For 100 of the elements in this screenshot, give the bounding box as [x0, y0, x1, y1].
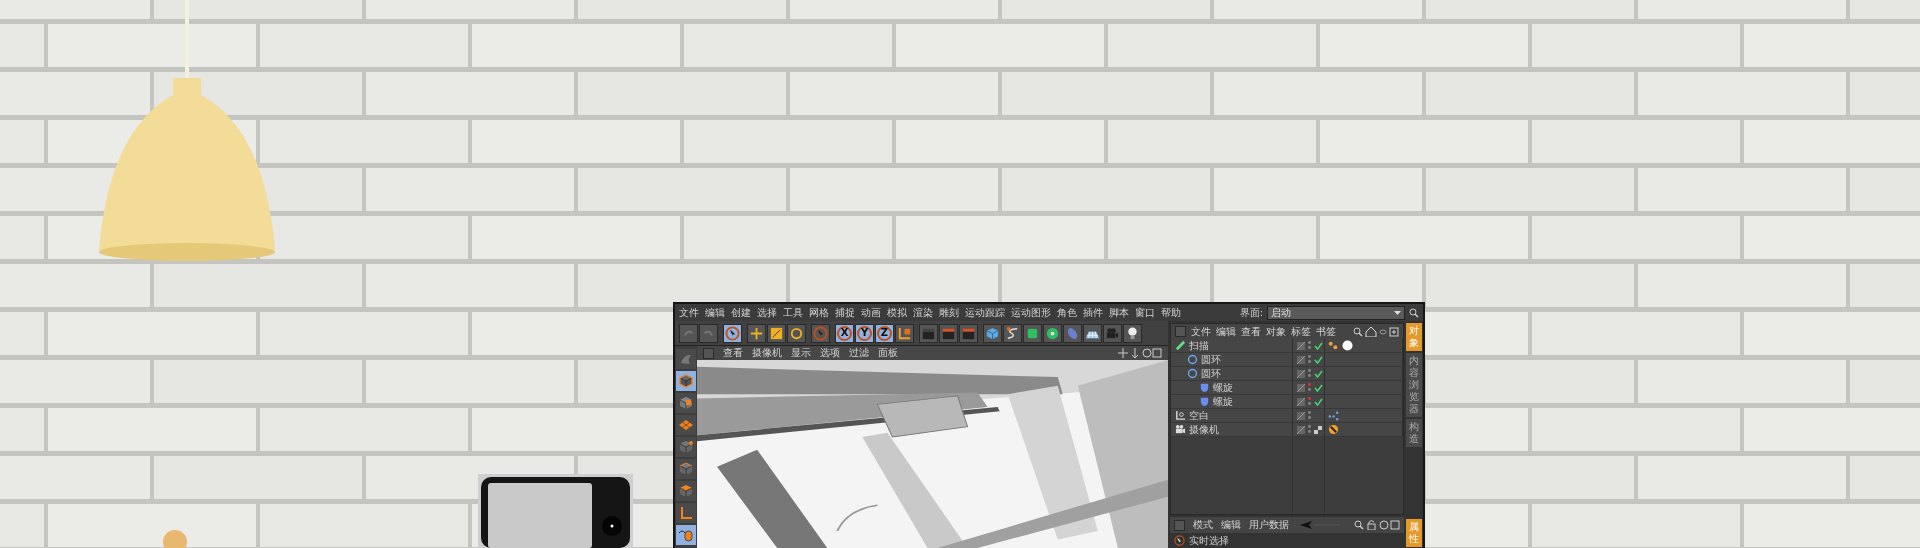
mode-button[interactable] [676, 525, 696, 545]
tool-button[interactable] [747, 323, 766, 343]
mode-button[interactable] [676, 503, 696, 523]
menu-item[interactable]: 工具 [783, 306, 803, 319]
visibility-dots-icon[interactable] [1308, 369, 1311, 378]
light-bulb-icon [1125, 325, 1140, 341]
flower-icon [1045, 325, 1060, 341]
menu-item[interactable]: 角色 [1057, 306, 1077, 319]
mouse-icon [678, 527, 694, 543]
check-icon[interactable] [1314, 383, 1323, 392]
cursor-icon [813, 325, 828, 341]
side-tab[interactable]: 内容浏览器 [1406, 353, 1422, 417]
check-icon[interactable] [1314, 355, 1323, 364]
visibility-dots-icon[interactable] [1308, 355, 1311, 364]
search-icon[interactable] [1409, 307, 1419, 318]
object-row[interactable]: 螺旋 [1171, 381, 1403, 395]
object-row[interactable]: 圆环 [1171, 367, 1403, 381]
mode-button[interactable] [676, 437, 696, 457]
check-icon[interactable] [1314, 369, 1323, 378]
menu-item[interactable]: 编辑 [1221, 519, 1241, 531]
menu-item[interactable]: 模式 [1193, 519, 1213, 531]
object-name: 圆环 [1201, 353, 1221, 366]
manager-icons[interactable] [1353, 326, 1399, 337]
menu-item[interactable]: 过滤 [849, 347, 869, 359]
shield-icon [1199, 382, 1210, 393]
tool-button[interactable] [1023, 323, 1042, 343]
menu-item[interactable]: 文件 [679, 306, 699, 319]
menu-item[interactable]: 显示 [791, 347, 811, 359]
menu-item[interactable]: 渲染 [913, 306, 933, 319]
object-row[interactable]: 扫描 [1171, 339, 1403, 353]
menu-item[interactable]: 插件 [1083, 306, 1103, 319]
checker-icon[interactable] [1314, 425, 1322, 434]
visibility-dots-icon[interactable] [1308, 397, 1311, 406]
menu-item[interactable]: 查看 [723, 347, 743, 359]
menu-item[interactable]: 网格 [809, 306, 829, 319]
visibility-dots-icon[interactable] [1308, 383, 1311, 392]
menu-item[interactable]: 摄像机 [752, 347, 782, 359]
menu-item[interactable]: 捕捉 [835, 306, 855, 319]
menu-item[interactable]: 文件 [1191, 325, 1211, 338]
visibility-dots-icon[interactable] [1308, 341, 1311, 350]
object-row[interactable]: 摄像机 [1171, 423, 1403, 437]
menu-item[interactable]: 面板 [878, 347, 898, 359]
menu-item[interactable]: 脚本 [1109, 306, 1129, 319]
menu-item[interactable]: 运动跟踪 [965, 306, 1005, 319]
visibility-dots-icon[interactable] [1308, 411, 1311, 420]
visibility-dots-icon[interactable] [1308, 425, 1311, 434]
mode-button[interactable] [676, 459, 696, 479]
shield-icon [1199, 396, 1210, 407]
tool-button[interactable] [895, 323, 914, 343]
tool-button[interactable] [787, 323, 806, 343]
check-icon[interactable] [1314, 341, 1323, 350]
menu-item[interactable]: 标签 [1291, 325, 1311, 338]
menu-item[interactable]: 选项 [820, 347, 840, 359]
tool-button[interactable] [983, 323, 1002, 343]
mode-button[interactable] [676, 371, 696, 391]
axis-lock-button[interactable]: X [835, 323, 854, 343]
menu-item[interactable]: 创建 [731, 306, 751, 319]
cube-edge-icon [678, 461, 694, 477]
menu-item[interactable]: 用户数据 [1249, 519, 1289, 531]
tool-button[interactable] [723, 323, 742, 343]
check-icon[interactable] [1314, 397, 1323, 406]
cube-icon [678, 373, 694, 389]
tool-button[interactable] [1003, 323, 1022, 343]
menu-item[interactable]: 对象 [1266, 325, 1286, 338]
mode-button[interactable] [676, 481, 696, 501]
mode-button[interactable] [676, 393, 696, 413]
menu-item[interactable]: 雕刻 [939, 306, 959, 319]
object-name: 扫描 [1189, 339, 1209, 352]
camera-icon [1105, 325, 1120, 341]
tool-button[interactable] [1123, 323, 1142, 343]
object-row[interactable]: 螺旋 [1171, 395, 1403, 409]
menu-item[interactable]: 选择 [757, 306, 777, 319]
side-tab[interactable]: 构造 [1406, 419, 1422, 447]
menu-item[interactable]: 动画 [861, 306, 881, 319]
cube-point-icon [678, 439, 694, 455]
menu-item[interactable]: 书签 [1316, 325, 1336, 338]
tool-button[interactable] [767, 323, 786, 343]
object-row[interactable]: 圆环 [1171, 353, 1403, 367]
menu-item[interactable]: 编辑 [1216, 325, 1236, 338]
attribute-icons[interactable] [1300, 520, 1400, 530]
mode-button[interactable] [676, 415, 696, 435]
layout-dropdown[interactable]: 启动 [1267, 305, 1405, 320]
object-name: 摄像机 [1189, 423, 1219, 436]
tool-button[interactable] [1043, 323, 1062, 343]
spline-pen-icon [1005, 325, 1020, 341]
axis-lock-button[interactable]: Z [875, 323, 894, 343]
navigation-icons[interactable] [1118, 348, 1162, 358]
menu-item[interactable]: 帮助 [1161, 306, 1181, 319]
panel-toggle[interactable] [1175, 326, 1186, 337]
panel-toggle[interactable] [1174, 519, 1185, 531]
menu-item[interactable]: 模拟 [887, 306, 907, 319]
axis-lock-button[interactable]: Y [855, 323, 874, 343]
menu-item[interactable]: 窗口 [1135, 306, 1155, 319]
menu-item[interactable]: 编辑 [705, 306, 725, 319]
menu-item[interactable]: 查看 [1241, 325, 1261, 338]
panel-toggle[interactable] [703, 347, 714, 359]
menu-item[interactable]: 运动图形 [1011, 306, 1051, 319]
object-row[interactable]: 空白 [1171, 409, 1403, 423]
tool-button[interactable] [1083, 323, 1102, 343]
layer-swatch-icon [1297, 341, 1305, 350]
